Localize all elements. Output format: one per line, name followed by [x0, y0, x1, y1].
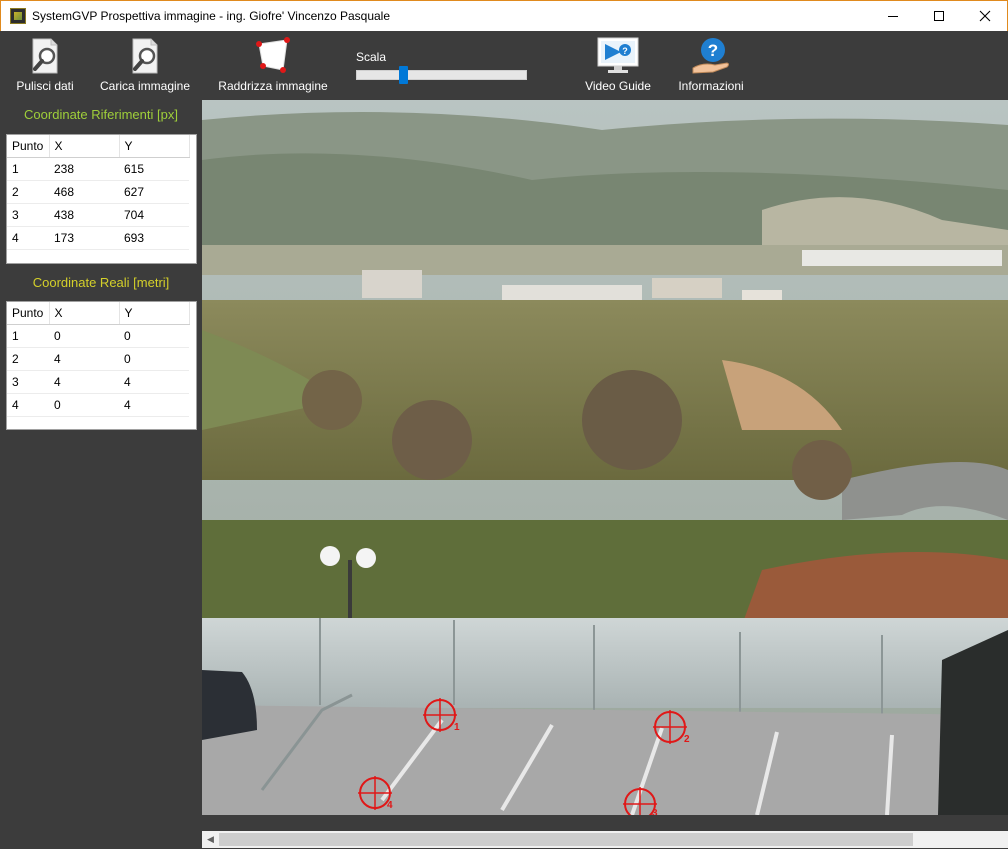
- column-header[interactable]: Y: [119, 302, 190, 325]
- reference-marker-1[interactable]: 1: [422, 697, 460, 733]
- table-header: Punto X Y: [7, 135, 190, 158]
- table-row[interactable]: 2 4 0: [7, 347, 189, 371]
- table-cell[interactable]: 438: [49, 203, 119, 227]
- maximize-button[interactable]: [916, 1, 962, 31]
- clear-data-button[interactable]: Pulisci dati: [14, 36, 76, 93]
- load-image-label: Carica immagine: [99, 79, 191, 93]
- table-cell[interactable]: 238: [49, 157, 119, 181]
- table-row[interactable]: 2 468 627: [7, 180, 189, 204]
- table-cell[interactable]: 0: [119, 347, 189, 371]
- table-row[interactable]: 1 0 0: [7, 324, 189, 348]
- crosshair-icon: [423, 698, 457, 732]
- toolbar: Pulisci dati Carica immagine Raddrizza i…: [0, 31, 1008, 100]
- ref-coords-title: Coordinate Riferimenti [px]: [24, 107, 178, 122]
- table-cell[interactable]: 4: [119, 370, 189, 394]
- table-cell[interactable]: 468: [49, 180, 119, 204]
- table-cell[interactable]: 4: [7, 393, 49, 417]
- table-header: Punto X Y: [7, 302, 190, 325]
- document-search-icon: [32, 38, 58, 74]
- ref-coords-table[interactable]: Punto X Y 1 238 615 2 468 627 3 438 704 …: [6, 134, 197, 264]
- app-icon: [10, 8, 26, 24]
- column-header[interactable]: Y: [119, 135, 190, 158]
- svg-text:?: ?: [708, 41, 718, 60]
- marker-label: 4: [387, 800, 393, 811]
- clear-data-label: Pulisci dati: [16, 79, 74, 93]
- table-cell[interactable]: 627: [119, 180, 189, 204]
- horizontal-scrollbar[interactable]: ◀: [202, 831, 1008, 848]
- maximize-icon: [934, 11, 944, 21]
- column-header[interactable]: X: [49, 135, 120, 158]
- table-cell[interactable]: 4: [49, 370, 119, 394]
- marker-label: 2: [684, 734, 690, 745]
- table-cell[interactable]: 3: [7, 370, 49, 394]
- minimize-icon: [888, 15, 898, 17]
- window-title: SystemGVP Prospettiva immagine - ing. Gi…: [32, 9, 391, 23]
- landscape-photo: [202, 100, 1008, 815]
- viewer-bottom-strip: [202, 815, 1008, 831]
- table-cell[interactable]: 1: [7, 324, 49, 348]
- title-bar: SystemGVP Prospettiva immagine - ing. Gi…: [0, 0, 1008, 31]
- table-row[interactable]: 3 438 704: [7, 203, 189, 227]
- table-cell[interactable]: 704: [119, 203, 189, 227]
- table-cell[interactable]: 2: [7, 180, 49, 204]
- marker-label: 3: [652, 808, 658, 815]
- reference-marker-4[interactable]: 4: [357, 775, 393, 811]
- monitor-help-icon: ?: [597, 37, 639, 73]
- table-cell[interactable]: 693: [119, 226, 189, 250]
- column-header[interactable]: X: [49, 302, 120, 325]
- close-icon: [979, 10, 991, 22]
- table-cell[interactable]: 4: [119, 393, 189, 417]
- table-row[interactable]: 3 4 4: [7, 370, 189, 394]
- table-cell[interactable]: 2: [7, 347, 49, 371]
- info-button[interactable]: ? Informazioni: [675, 36, 747, 93]
- reference-marker-3[interactable]: 3: [622, 786, 658, 815]
- table-cell[interactable]: 3: [7, 203, 49, 227]
- table-cell[interactable]: 173: [49, 226, 119, 250]
- table-cell[interactable]: 1: [7, 157, 49, 181]
- load-image-button[interactable]: Carica immagine: [97, 36, 193, 93]
- document-search-icon: [132, 38, 158, 74]
- scroll-left-arrow-icon[interactable]: ◀: [202, 831, 219, 848]
- scale-slider[interactable]: [356, 70, 527, 80]
- minimize-button[interactable]: [870, 1, 916, 31]
- real-coords-title: Coordinate Reali [metri]: [32, 275, 170, 290]
- table-cell[interactable]: 0: [119, 324, 189, 348]
- scale-slider-thumb[interactable]: [399, 66, 408, 84]
- rectify-image-button[interactable]: Raddrizza immagine: [217, 36, 329, 93]
- svg-text:?: ?: [622, 46, 628, 56]
- rectify-image-label: Raddrizza immagine: [218, 79, 328, 93]
- real-coords-table[interactable]: Punto X Y 1 0 0 2 4 0 3 4 4 4 0 4: [6, 301, 197, 430]
- table-cell[interactable]: 4: [49, 347, 119, 371]
- table-cell[interactable]: 0: [49, 393, 119, 417]
- info-label: Informazioni: [678, 79, 744, 93]
- help-hand-icon: ?: [692, 38, 729, 74]
- table-cell[interactable]: 0: [49, 324, 119, 348]
- scale-label: Scala: [356, 50, 387, 64]
- marker-label: 1: [454, 722, 460, 733]
- column-header[interactable]: Punto: [7, 135, 50, 158]
- video-guide-label: Video Guide: [585, 79, 651, 93]
- close-button[interactable]: [962, 1, 1008, 31]
- reference-marker-2[interactable]: 2: [652, 709, 690, 745]
- table-row[interactable]: 4 0 4: [7, 393, 189, 417]
- table-row[interactable]: 1 238 615: [7, 157, 189, 181]
- video-guide-button[interactable]: ? Video Guide: [582, 36, 654, 93]
- table-cell[interactable]: 4: [7, 226, 49, 250]
- column-header[interactable]: Punto: [7, 302, 50, 325]
- crosshair-icon: [653, 710, 687, 744]
- table-cell[interactable]: 615: [119, 157, 189, 181]
- image-viewer[interactable]: 1 2 3 4: [202, 100, 1008, 815]
- table-row[interactable]: 4 173 693: [7, 226, 189, 250]
- scrollbar-thumb[interactable]: [219, 833, 913, 846]
- perspective-quad-icon: [256, 37, 290, 73]
